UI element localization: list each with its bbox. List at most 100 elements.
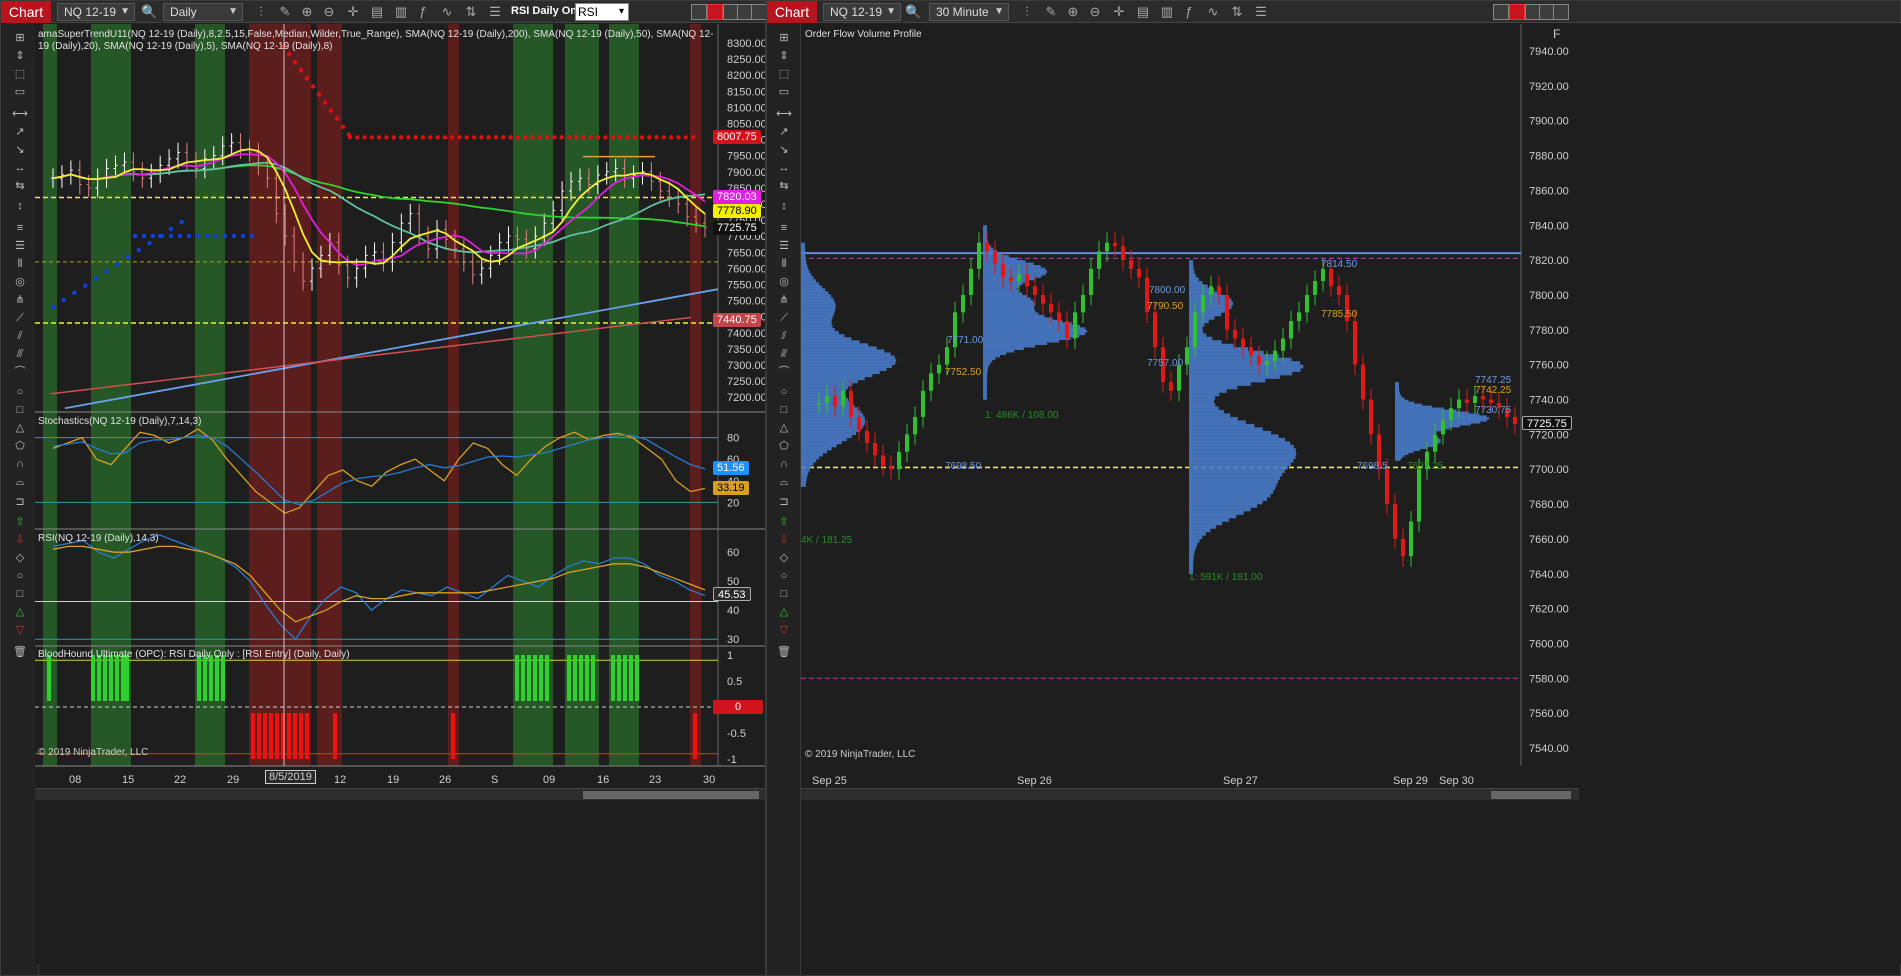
arrow-up-icon[interactable]: ⇧: [11, 514, 29, 530]
horizontal-line-icon[interactable]: ⇆: [11, 178, 29, 194]
indicators-icon[interactable]: ƒ: [1181, 4, 1197, 20]
triangle-down-icon[interactable]: ▽: [775, 622, 793, 638]
fib-circle-icon[interactable]: ◎: [775, 274, 793, 290]
triangle-up-icon[interactable]: △: [775, 604, 793, 620]
crosshair-icon[interactable]: ✛: [1111, 4, 1127, 20]
left-horizontal-scrollbar[interactable]: [35, 788, 765, 800]
zoom-in-icon[interactable]: ⊕: [1065, 4, 1081, 20]
data-box-icon[interactable]: ☰: [1253, 4, 1269, 20]
right-scroll-thumb[interactable]: [1491, 791, 1571, 799]
triangle-icon[interactable]: △: [775, 420, 793, 436]
gann-fan-icon[interactable]: ⟋: [775, 310, 793, 326]
arc-icon[interactable]: ⌒: [775, 364, 793, 380]
risk-reward-icon[interactable]: ⇕: [775, 48, 793, 64]
properties-icon[interactable]: ▤: [1135, 4, 1151, 20]
right-chart-canvas[interactable]: 7940.00 7920.00 7900.00 7880.00 7860.00 7840.…: [801, 24, 1901, 964]
diamond-icon[interactable]: ◇: [11, 550, 29, 566]
data-box-icon[interactable]: ☰: [487, 4, 503, 20]
ellipse-icon[interactable]: ○: [775, 384, 793, 400]
arrow-down-icon[interactable]: ⇩: [775, 532, 793, 548]
fib-extension-icon[interactable]: ☰: [775, 238, 793, 254]
template-icon[interactable]: ▥: [1159, 4, 1175, 20]
arrow-line-icon[interactable]: ↔: [775, 160, 793, 176]
arc-icon[interactable]: ⌒: [11, 364, 29, 380]
horizontal-line-icon[interactable]: ⇆: [775, 178, 793, 194]
path-icon[interactable]: ∩: [775, 456, 793, 472]
ruler-icon[interactable]: ⊞: [11, 30, 29, 46]
rectangle-icon[interactable]: □: [775, 402, 793, 418]
line-icon[interactable]: ⟷: [11, 106, 29, 122]
arrow-down-icon[interactable]: ⇩: [11, 532, 29, 548]
time-cycles-icon[interactable]: ⌓: [11, 474, 29, 490]
andrews-pitchfork-icon[interactable]: ⋔: [775, 292, 793, 308]
zoom-out-icon[interactable]: ⊖: [321, 4, 337, 20]
strategies-icon[interactable]: ∿: [1205, 4, 1221, 20]
diamond-icon[interactable]: ◇: [775, 550, 793, 566]
right-period-select[interactable]: 30 Minute ▼: [929, 3, 1009, 21]
strategies-icon[interactable]: ∿: [439, 4, 455, 20]
ruler-icon[interactable]: ⊞: [775, 30, 793, 46]
vertical-line-icon[interactable]: ↕: [775, 198, 793, 214]
indicators-icon[interactable]: ƒ: [415, 4, 431, 20]
fib-time-icon[interactable]: ⦀: [11, 256, 29, 272]
left-scroll-thumb[interactable]: [583, 791, 759, 799]
region-highlight-icon[interactable]: ▭: [775, 84, 793, 100]
line-icon[interactable]: ⟷: [775, 106, 793, 122]
risk-reward-icon[interactable]: ⇕: [11, 48, 29, 64]
properties-icon[interactable]: ▤: [369, 4, 385, 20]
chart-trader-icon[interactable]: ⇅: [463, 4, 479, 20]
right-instrument-select[interactable]: NQ 12-19 ▼: [823, 3, 901, 21]
search-icon[interactable]: 🔍: [141, 4, 157, 20]
regression-channel-icon[interactable]: ⫽: [11, 328, 29, 344]
bar-type-icon[interactable]: ⫶: [253, 4, 269, 20]
square-icon[interactable]: □: [11, 586, 29, 602]
dot-icon[interactable]: ○: [775, 568, 793, 584]
chart-trader-icon[interactable]: ⇅: [1229, 4, 1245, 20]
ray-icon[interactable]: ↗: [11, 124, 29, 140]
ray-icon[interactable]: ↗: [775, 124, 793, 140]
crosshair-icon[interactable]: ✛: [345, 4, 361, 20]
text-icon[interactable]: ⊐: [11, 494, 29, 510]
regression-channel-icon[interactable]: ⫽: [775, 328, 793, 344]
extended-line-icon[interactable]: ↘: [11, 142, 29, 158]
extended-line-icon[interactable]: ↘: [775, 142, 793, 158]
right-close-small-button[interactable]: [1509, 4, 1525, 20]
fib-retracement-icon[interactable]: ≡: [775, 220, 793, 236]
template-icon[interactable]: ▥: [393, 4, 409, 20]
path-icon[interactable]: ∩: [11, 456, 29, 472]
close-button[interactable]: [751, 4, 767, 20]
zoom-in-icon[interactable]: ⊕: [299, 4, 315, 20]
left-chart-canvas[interactable]: 8300.00 8250.00 8200.00 8150.00 8100.00 8050.…: [35, 24, 765, 964]
trash-icon[interactable]: 🗑: [11, 644, 29, 660]
right-chart-tab[interactable]: Chart: [767, 1, 817, 23]
dot-icon[interactable]: ○: [11, 568, 29, 584]
fib-time-icon[interactable]: ⦀: [775, 256, 793, 272]
ellipse-icon[interactable]: ○: [11, 384, 29, 400]
time-cycles-icon[interactable]: ⌓: [775, 474, 793, 490]
region-icon[interactable]: ⬚: [11, 66, 29, 82]
bar-type-icon[interactable]: ⫶: [1019, 4, 1035, 20]
gann-fan-icon[interactable]: ⟋: [11, 310, 29, 326]
region-highlight-icon[interactable]: ▭: [11, 84, 29, 100]
left-chart-tab[interactable]: Chart: [1, 1, 51, 23]
zoom-out-icon[interactable]: ⊖: [1087, 4, 1103, 20]
fib-circle-icon[interactable]: ◎: [11, 274, 29, 290]
andrews-pitchfork-icon[interactable]: ⋔: [11, 292, 29, 308]
draw-tool-icon[interactable]: ✎: [1043, 4, 1059, 20]
close-button[interactable]: [1553, 4, 1569, 20]
draw-tool-icon[interactable]: ✎: [277, 4, 293, 20]
fib-retracement-icon[interactable]: ≡: [11, 220, 29, 236]
triangle-icon[interactable]: △: [11, 420, 29, 436]
trash-icon[interactable]: 🗑: [775, 644, 793, 660]
left-instrument-select[interactable]: NQ 12-19 ▼: [57, 3, 135, 21]
region-icon[interactable]: ⬚: [775, 66, 793, 82]
strategy-select[interactable]: RSI Entry▾: [575, 3, 629, 35]
arrow-up-icon[interactable]: ⇧: [775, 514, 793, 530]
rectangle-icon[interactable]: □: [11, 402, 29, 418]
restore-button[interactable]: [1493, 4, 1509, 20]
arrow-line-icon[interactable]: ↔: [11, 160, 29, 176]
trend-channel-icon[interactable]: ⫻: [775, 346, 793, 362]
polygon-icon[interactable]: ⬠: [775, 438, 793, 454]
right-horizontal-scrollbar[interactable]: [801, 788, 1579, 800]
search-icon[interactable]: 🔍: [905, 4, 921, 20]
